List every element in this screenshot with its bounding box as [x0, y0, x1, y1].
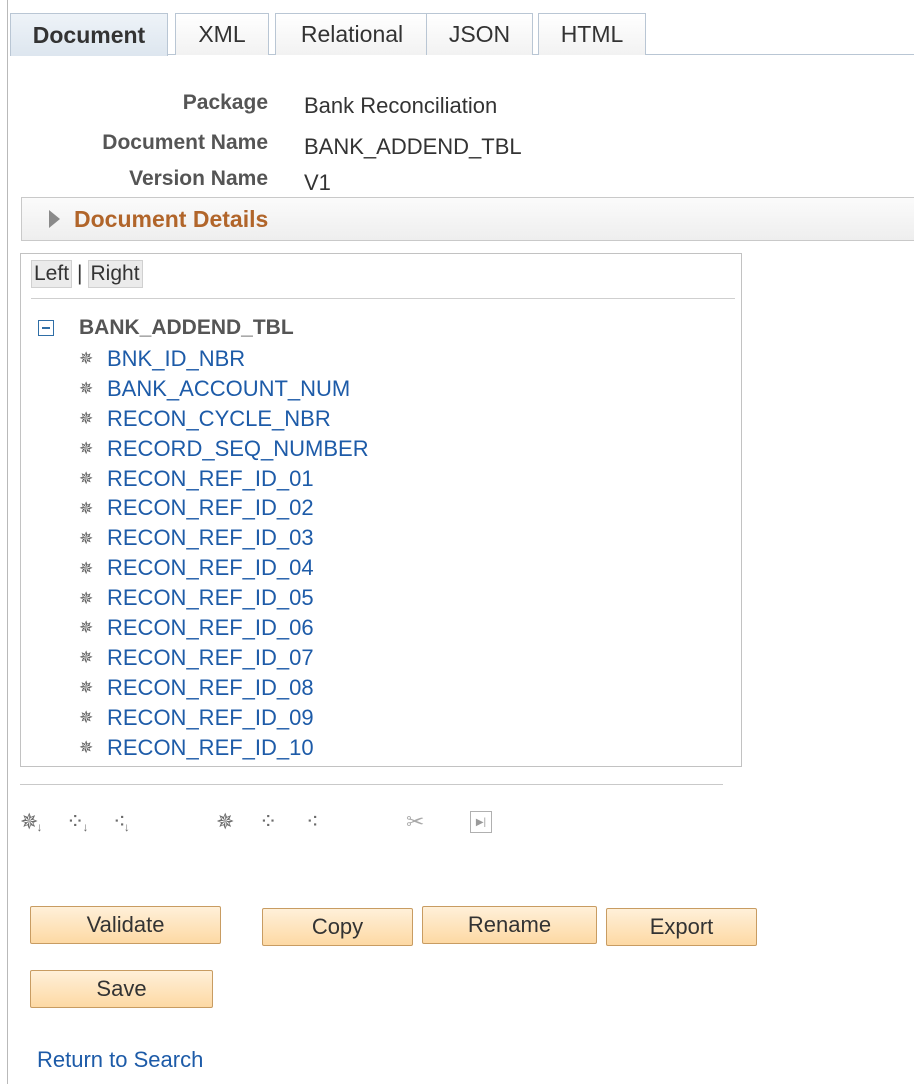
tree-divider: [31, 298, 735, 299]
tree-item: ✵ RECON_REF_ID_01: [79, 464, 369, 494]
tree-item-link[interactable]: RECON_REF_ID_05: [107, 585, 314, 611]
field-node-icon: ✵: [79, 409, 94, 429]
export-button[interactable]: Export: [606, 908, 757, 946]
collapse-minus-icon[interactable]: [38, 320, 54, 336]
cut-icon[interactable]: ✂: [406, 806, 424, 838]
tab-html[interactable]: HTML: [538, 13, 646, 55]
package-label: Package: [182, 91, 268, 114]
document-tree-panel: Left | Right BANK_ADDEND_TBL ✵ BNK_ID_NBR…: [20, 253, 742, 767]
tree-item-link[interactable]: BANK_ACCOUNT_NUM: [107, 376, 350, 402]
field-node-icon: ✵: [79, 498, 94, 518]
copy-button[interactable]: Copy: [262, 908, 413, 946]
field-node-icon: ✵: [79, 618, 94, 638]
expand-arrow-icon[interactable]: [49, 210, 60, 228]
save-button[interactable]: Save: [30, 970, 213, 1008]
left-right-separator: |: [77, 262, 83, 285]
tree-item: ✵ RECON_REF_ID_08: [79, 673, 369, 703]
tree-item: ✵ RECON_REF_ID_02: [79, 493, 369, 523]
version-name-value: V1: [304, 170, 331, 195]
return-to-search-link[interactable]: Return to Search: [37, 1047, 203, 1073]
tree-item: ✵ RECON_REF_ID_04: [79, 553, 369, 583]
tab-xml[interactable]: XML: [175, 13, 269, 55]
document-name-label: Document Name: [102, 131, 268, 154]
tree-item: ✵ RECON_REF_ID_05: [79, 583, 369, 613]
tree-item: ✵ BANK_ACCOUNT_NUM: [79, 374, 369, 404]
tree-item-link[interactable]: BNK_ID_NBR: [107, 346, 245, 372]
tree-item-link[interactable]: RECON_REF_ID_03: [107, 525, 314, 551]
page-left-border: [7, 0, 8, 1084]
field-node-icon: ✵: [79, 349, 94, 369]
tree-item: ✵ RECORD_SEQ_NUMBER: [79, 434, 369, 464]
tree-item-link[interactable]: RECON_REF_ID_02: [107, 495, 314, 521]
field-node-icon: ✵: [79, 588, 94, 608]
tree-item-link[interactable]: RECON_CYCLE_NBR: [107, 406, 331, 432]
tree-item: ✵ RECON_REF_ID_07: [79, 643, 369, 673]
tab-json[interactable]: JSON: [426, 13, 533, 55]
tree-item: ✵ BNK_ID_NBR: [79, 344, 369, 374]
toolbar-divider: [20, 784, 723, 785]
package-value: Bank Reconciliation: [304, 93, 498, 118]
add-compound-icon[interactable]: ⁘: [259, 806, 277, 838]
add-primitive-icon[interactable]: ✵: [216, 806, 234, 838]
move-icon[interactable]: ▶|: [470, 806, 492, 838]
field-node-icon: ✵: [79, 708, 94, 728]
add-compound-child-icon[interactable]: ⁘ ↓: [66, 806, 88, 838]
tree-item-list: ✵ BNK_ID_NBR ✵ BANK_ACCOUNT_NUM ✵ RECON_CYCLE…: [79, 344, 369, 762]
move-box: ▶|: [470, 811, 492, 833]
field-node-icon: ✵: [79, 648, 94, 668]
tree-item-link[interactable]: RECON_REF_ID_09: [107, 705, 314, 731]
rename-button[interactable]: Rename: [422, 906, 597, 944]
tree-item: ✵ RECON_CYCLE_NBR: [79, 404, 369, 434]
field-node-icon: ✵: [79, 558, 94, 578]
tree-item: ✵ RECON_REF_ID_10: [79, 733, 369, 763]
tree-item-link[interactable]: RECON_REF_ID_04: [107, 555, 314, 581]
document-details-title[interactable]: Document Details: [74, 206, 268, 233]
tab-bar: Document XML Relational JSON HTML: [10, 13, 914, 56]
tree-root-label: BANK_ADDEND_TBL: [79, 316, 294, 339]
field-node-icon: ✵: [79, 678, 94, 698]
tree-root: BANK_ADDEND_TBL: [38, 316, 294, 340]
field-node-icon: ✵: [79, 469, 94, 488]
tab-document[interactable]: Document: [10, 13, 168, 56]
field-node-icon: ✵: [79, 379, 94, 399]
validate-button[interactable]: Validate: [30, 906, 221, 944]
tree-item: ✵ RECON_REF_ID_09: [79, 703, 369, 733]
tree-item-link[interactable]: RECON_REF_ID_07: [107, 645, 314, 671]
add-collection-child-icon[interactable]: ⁖ ↓: [113, 806, 130, 838]
field-node-icon: ✵: [79, 528, 94, 548]
tree-item-link[interactable]: RECON_REF_ID_08: [107, 675, 314, 701]
field-node-icon: ✵: [79, 738, 94, 758]
add-primitive-child-icon[interactable]: ✵ ↓: [20, 806, 42, 838]
tree-item: ✵ RECON_REF_ID_06: [79, 613, 369, 643]
tree-item-link[interactable]: RECON_REF_ID_01: [107, 466, 314, 492]
tree-item-link[interactable]: RECON_REF_ID_10: [107, 735, 314, 761]
tree-direction-toggle: Left | Right: [31, 260, 143, 288]
tree-item-link[interactable]: RECORD_SEQ_NUMBER: [107, 436, 369, 462]
right-button[interactable]: Right: [87, 260, 143, 288]
left-button[interactable]: Left: [31, 260, 73, 288]
document-details-section[interactable]: Document Details: [21, 197, 914, 241]
tree-item: ✵ RECON_REF_ID_03: [79, 523, 369, 553]
document-name-value: BANK_ADDEND_TBL: [304, 134, 522, 159]
version-name-label: Version Name: [129, 167, 268, 190]
tab-relational[interactable]: Relational: [275, 13, 429, 55]
tree-item-link[interactable]: RECON_REF_ID_06: [107, 615, 314, 641]
add-collection-icon[interactable]: ⁖: [306, 806, 319, 838]
field-node-icon: ✵: [79, 439, 94, 459]
